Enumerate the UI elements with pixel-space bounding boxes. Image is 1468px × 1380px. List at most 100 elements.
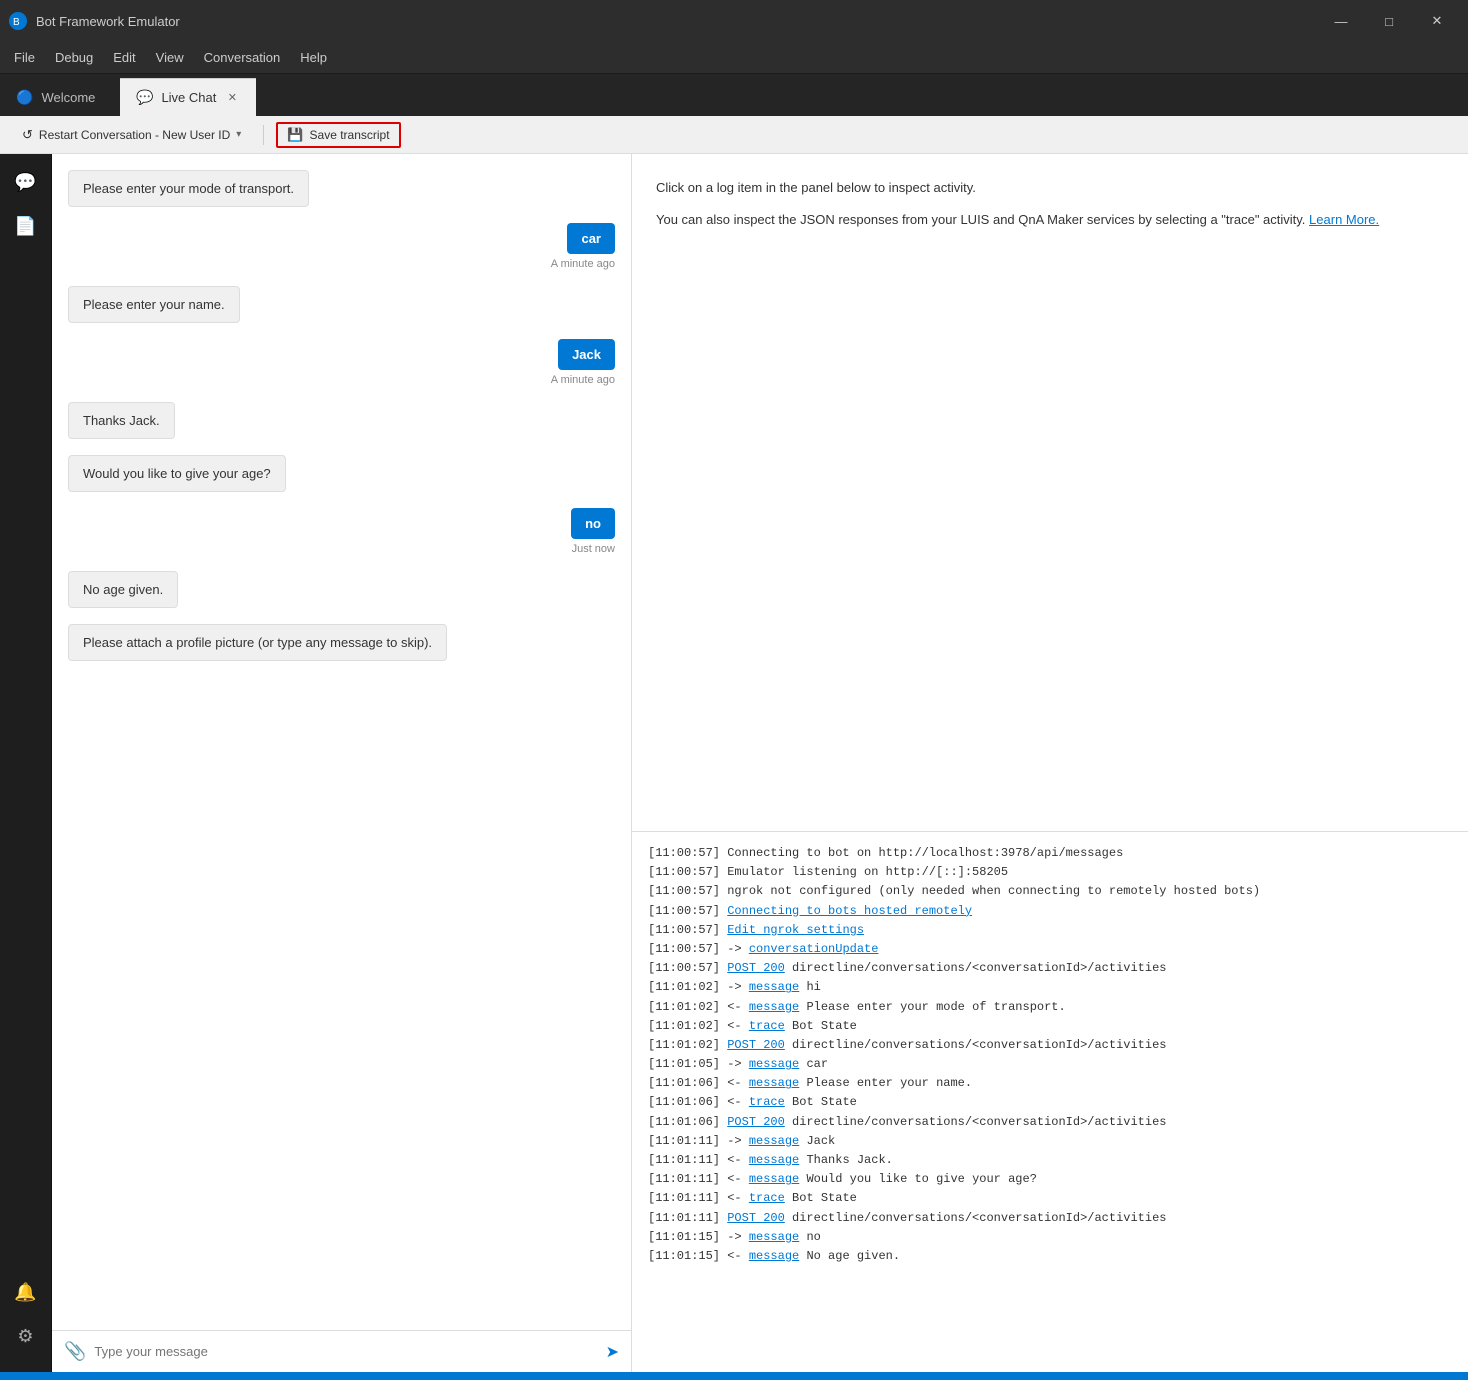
sidebar-bottom: 🔔 ⚙ xyxy=(6,1272,46,1372)
close-button[interactable]: ✕ xyxy=(1414,6,1460,36)
log-line: [11:01:11] -> message Jack xyxy=(648,1132,1452,1151)
menu-help[interactable]: Help xyxy=(290,46,337,69)
welcome-tab-icon: 🔵 xyxy=(16,89,33,106)
toolbar-separator xyxy=(263,125,264,145)
list-item: Would you like to give your age? xyxy=(68,455,286,492)
inspector-text-2: You can also inspect the JSON responses … xyxy=(656,210,1444,230)
chat-icon: 💬 xyxy=(14,172,36,193)
menu-view[interactable]: View xyxy=(146,46,194,69)
user-message-bubble: Jack xyxy=(558,339,615,370)
restart-label: Restart Conversation - New User ID xyxy=(39,128,230,142)
menu-edit[interactable]: Edit xyxy=(103,46,145,69)
bot-message-bubble: Please enter your mode of transport. xyxy=(68,170,309,207)
msg-age-link[interactable]: message xyxy=(749,1172,799,1186)
msg-noage-link[interactable]: message xyxy=(749,1249,799,1263)
list-item: car A minute ago xyxy=(551,223,615,270)
list-item: Please enter your mode of transport. xyxy=(68,170,309,207)
menu-bar: File Debug Edit View Conversation Help xyxy=(0,42,1468,74)
main-layout: 💬 📄 🔔 ⚙ Please enter your mode of transp… xyxy=(0,154,1468,1372)
msg-no-link[interactable]: message xyxy=(749,1230,799,1244)
list-item: Please attach a profile picture (or type… xyxy=(68,624,447,661)
post-200-link-4[interactable]: POST 200 xyxy=(727,1211,785,1225)
bottom-accent-bar xyxy=(0,1372,1468,1380)
send-button[interactable]: ➤ xyxy=(606,1342,619,1362)
toolbar: ↺ Restart Conversation - New User ID ▾ 💾… xyxy=(0,116,1468,154)
edit-ngrok-link[interactable]: Edit ngrok settings xyxy=(727,923,864,937)
log-line: [11:01:15] <- message No age given. xyxy=(648,1247,1452,1266)
menu-conversation[interactable]: Conversation xyxy=(194,46,291,69)
inspector-description: Click on a log item in the panel below t… xyxy=(632,154,1468,832)
restart-conversation-button[interactable]: ↺ Restart Conversation - New User ID ▾ xyxy=(12,123,251,147)
learn-more-link[interactable]: Learn More. xyxy=(1309,212,1379,227)
log-line: [11:00:57] POST 200 directline/conversat… xyxy=(648,959,1452,978)
sidebar-icon-chat[interactable]: 💬 xyxy=(6,162,46,202)
maximize-button[interactable]: □ xyxy=(1366,6,1412,36)
restart-icon: ↺ xyxy=(22,127,33,143)
trace-link-1[interactable]: trace xyxy=(749,1019,785,1033)
msg-car-link[interactable]: message xyxy=(749,1057,799,1071)
trace-link-2[interactable]: trace xyxy=(749,1095,785,1109)
post-200-link-3[interactable]: POST 200 xyxy=(727,1115,785,1129)
post-200-link-2[interactable]: POST 200 xyxy=(727,1038,785,1052)
app-title: Bot Framework Emulator xyxy=(36,14,1318,29)
log-line: [11:01:05] -> message car xyxy=(648,1055,1452,1074)
log-line: [11:01:11] <- message Would you like to … xyxy=(648,1170,1452,1189)
post-200-link-1[interactable]: POST 200 xyxy=(727,961,785,975)
bot-message-bubble: Would you like to give your age? xyxy=(68,455,286,492)
menu-debug[interactable]: Debug xyxy=(45,46,103,69)
log-line: [11:01:02] POST 200 directline/conversat… xyxy=(648,1036,1452,1055)
chevron-down-icon: ▾ xyxy=(236,129,241,140)
chat-messages: Please enter your mode of transport. car… xyxy=(52,154,631,1330)
save-transcript-button[interactable]: 💾 Save transcript xyxy=(276,122,400,148)
log-line: [11:00:57] Connecting to bots hosted rem… xyxy=(648,902,1452,921)
attach-button[interactable]: 📎 xyxy=(64,1341,86,1362)
list-item: Thanks Jack. xyxy=(68,402,175,439)
list-item: Please enter your name. xyxy=(68,286,240,323)
chat-panel: Please enter your mode of transport. car… xyxy=(52,154,632,1372)
log-line: [11:01:11] POST 200 directline/conversat… xyxy=(648,1209,1452,1228)
chat-input-area: 📎 ➤ xyxy=(52,1330,631,1372)
log-line: [11:01:06] POST 200 directline/conversat… xyxy=(648,1113,1452,1132)
bot-message-bubble: Please enter your name. xyxy=(68,286,240,323)
log-line: [11:00:57] ngrok not configured (only ne… xyxy=(648,882,1452,901)
sidebar-icon-bell[interactable]: 🔔 xyxy=(6,1272,46,1312)
bot-message-bubble: No age given. xyxy=(68,571,178,608)
log-line: [11:01:11] <- trace Bot State xyxy=(648,1189,1452,1208)
livechat-tab-icon: 💬 xyxy=(136,89,153,106)
list-item: No age given. xyxy=(68,571,178,608)
msg-transport-link[interactable]: message xyxy=(749,1000,799,1014)
log-line: [11:01:06] <- trace Bot State xyxy=(648,1093,1452,1112)
tabs-bar: 🔵 Welcome 💬 Live Chat ✕ xyxy=(0,74,1468,116)
save-transcript-label: Save transcript xyxy=(310,128,390,142)
title-bar: B Bot Framework Emulator ― □ ✕ xyxy=(0,0,1468,42)
trace-link-3[interactable]: trace xyxy=(749,1191,785,1205)
tab-livechat-close[interactable]: ✕ xyxy=(224,90,240,106)
list-item: no Just now xyxy=(571,508,615,555)
menu-file[interactable]: File xyxy=(4,46,45,69)
bell-icon: 🔔 xyxy=(14,1282,36,1303)
tab-livechat-label: Live Chat xyxy=(161,90,216,105)
msg-jack-link[interactable]: message xyxy=(749,1134,799,1148)
msg-thanks-link[interactable]: message xyxy=(749,1153,799,1167)
tab-welcome-label: Welcome xyxy=(41,90,95,105)
chat-input[interactable] xyxy=(94,1344,597,1359)
conv-update-link[interactable]: conversationUpdate xyxy=(749,942,879,956)
message-time: Just now xyxy=(572,543,615,555)
tab-welcome[interactable]: 🔵 Welcome xyxy=(0,78,120,116)
tab-livechat[interactable]: 💬 Live Chat ✕ xyxy=(120,78,256,116)
minimize-button[interactable]: ― xyxy=(1318,6,1364,36)
sidebar-icon-settings[interactable]: ⚙ xyxy=(6,1316,46,1356)
log-line: [11:01:02] <- trace Bot State xyxy=(648,1017,1452,1036)
inspector-text-1: Click on a log item in the panel below t… xyxy=(656,178,1444,198)
msg-hi-link[interactable]: message xyxy=(749,980,799,994)
sidebar-icon-doc[interactable]: 📄 xyxy=(6,206,46,246)
log-line: [11:01:15] -> message no xyxy=(648,1228,1452,1247)
log-line: [11:00:57] Emulator listening on http://… xyxy=(648,863,1452,882)
connect-remote-link[interactable]: Connecting to bots hosted remotely xyxy=(727,904,972,918)
log-line: [11:01:11] <- message Thanks Jack. xyxy=(648,1151,1452,1170)
list-item: Jack A minute ago xyxy=(551,339,615,386)
msg-name-link[interactable]: message xyxy=(749,1076,799,1090)
log-line: [11:01:02] -> message hi xyxy=(648,978,1452,997)
message-time: A minute ago xyxy=(551,374,615,386)
log-panel[interactable]: [11:00:57] Connecting to bot on http://l… xyxy=(632,832,1468,1372)
